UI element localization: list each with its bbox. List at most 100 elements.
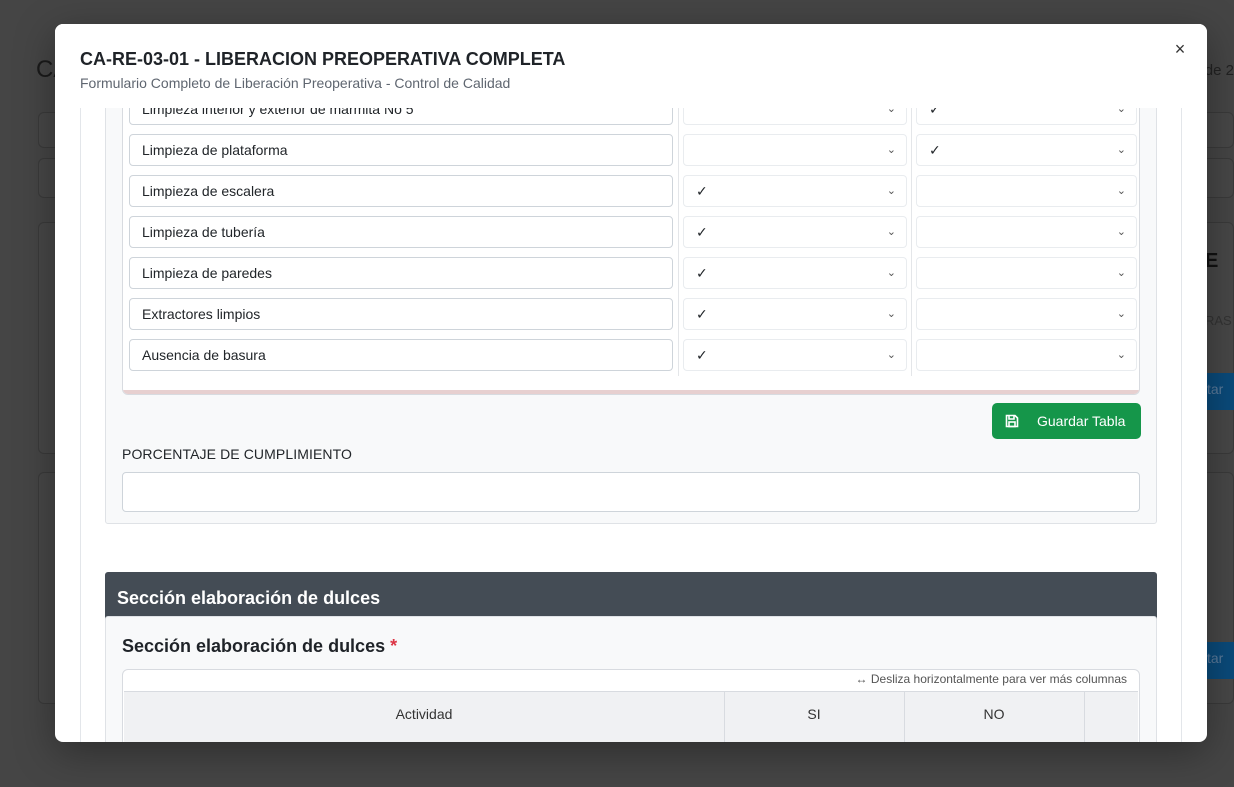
no-select[interactable]: ⌄ xyxy=(916,339,1137,371)
column-header-actividad: Actividad xyxy=(395,706,453,722)
si-cell: ✓ ⌄ xyxy=(679,171,912,212)
modal-subtitle: Formulario Completo de Liberación Preope… xyxy=(80,75,511,91)
chevron-down-icon: ⌄ xyxy=(1116,144,1126,156)
si-cell: ⌄ xyxy=(679,108,912,130)
chevron-down-icon: ⌄ xyxy=(886,108,896,115)
si-cell: ✓ ⌄ xyxy=(679,294,912,335)
si-select[interactable]: ⌄ xyxy=(683,134,907,166)
modal-body[interactable]: Limpieza interior y exterior de marmita … xyxy=(80,108,1182,742)
activity-cell: Extractores limpios xyxy=(123,294,679,335)
no-cell: ⌄ xyxy=(912,253,1139,294)
activity-input[interactable]: Limpieza de escalera xyxy=(129,175,673,207)
no-cell: ⌄ xyxy=(912,294,1139,335)
modal-title: CA-RE-03-01 - LIBERACION PREOPERATIVA CO… xyxy=(80,49,566,69)
table-row: Limpieza interior y exterior de marmita … xyxy=(123,108,1139,130)
section-card: Limpieza interior y exterior de marmita … xyxy=(105,108,1157,524)
compliance-label: PORCENTAJE DE CUMPLIMIENTO xyxy=(122,446,352,462)
table-bottom-border xyxy=(123,390,1139,394)
si-value: ✓ xyxy=(696,183,708,199)
chevron-down-icon: ⌄ xyxy=(886,349,896,361)
section-title: Sección elaboración de dulces * xyxy=(122,636,397,657)
chevron-down-icon: ⌄ xyxy=(886,226,896,238)
table-row: Limpieza de escalera ✓ ⌄ ⌄ xyxy=(123,171,1139,212)
table-row: Limpieza de tubería ✓ ⌄ ⌄ xyxy=(123,212,1139,253)
no-cell: ⌄ xyxy=(912,171,1139,212)
chevron-down-icon: ⌄ xyxy=(1116,267,1126,279)
no-select[interactable]: ⌄ xyxy=(916,257,1137,289)
chevron-down-icon: ⌄ xyxy=(1116,226,1126,238)
column-divider xyxy=(1084,692,1085,742)
activity-cell: Limpieza de escalera xyxy=(123,171,679,212)
no-cell: ⌄ xyxy=(912,335,1139,376)
close-icon[interactable]: × xyxy=(1171,40,1189,58)
activity-input[interactable]: Extractores limpios xyxy=(129,298,673,330)
activity-input[interactable]: Limpieza de paredes xyxy=(129,257,673,289)
activity-cell: Ausencia de basura xyxy=(123,335,679,376)
si-select[interactable]: ✓ ⌄ xyxy=(683,339,907,371)
si-cell: ✓ ⌄ xyxy=(679,335,912,376)
section-title-text: Sección elaboración de dulces xyxy=(122,636,386,656)
si-cell: ✓ ⌄ xyxy=(679,212,912,253)
table-row: Limpieza de paredes ✓ ⌄ ⌄ xyxy=(123,253,1139,294)
background-button-label: tar xyxy=(1207,650,1224,666)
si-select[interactable]: ✓ ⌄ xyxy=(683,216,907,248)
si-select[interactable]: ✓ ⌄ xyxy=(683,257,907,289)
background-letter: E xyxy=(1205,250,1219,272)
background-button-label: tar xyxy=(1207,381,1224,397)
si-value: ✓ xyxy=(696,265,708,281)
section-card: Sección elaboración de dulces * ↔ Desliz… xyxy=(105,616,1157,742)
si-select[interactable]: ✓ ⌄ xyxy=(683,175,907,207)
table-header: Actividad SI NO xyxy=(124,691,1138,742)
no-select[interactable]: ⌄ xyxy=(916,298,1137,330)
no-cell: ✓ ⌄ xyxy=(912,130,1139,171)
si-value: ✓ xyxy=(696,347,708,363)
no-cell: ⌄ xyxy=(912,212,1139,253)
no-select[interactable]: ⌄ xyxy=(916,175,1137,207)
activity-input[interactable]: Limpieza de tubería xyxy=(129,216,673,248)
si-value: ✓ xyxy=(696,224,708,240)
table-row: Limpieza de plataforma ⌄ ✓ ⌄ xyxy=(123,130,1139,171)
background-small-text: RAS xyxy=(1205,313,1232,328)
save-table-label: Guardar Tabla xyxy=(1037,413,1126,429)
floppy-disk-icon xyxy=(1005,414,1019,428)
save-table-button[interactable]: Guardar Tabla xyxy=(992,403,1141,439)
activity-input[interactable]: Limpieza interior y exterior de marmita … xyxy=(129,108,673,125)
activity-cell: Limpieza de paredes xyxy=(123,253,679,294)
no-value: ✓ xyxy=(929,142,941,158)
activity-cell: Limpieza de tubería xyxy=(123,212,679,253)
chevron-down-icon: ⌄ xyxy=(886,308,896,320)
chevron-down-icon: ⌄ xyxy=(886,185,896,197)
required-mark: * xyxy=(390,636,398,656)
activity-input[interactable]: Ausencia de basura xyxy=(129,339,673,371)
no-select[interactable]: ⌄ xyxy=(916,216,1137,248)
table-row: Extractores limpios ✓ ⌄ ⌄ xyxy=(123,294,1139,335)
column-header-no: NO xyxy=(983,706,1005,722)
checklist-table[interactable]: Limpieza interior y exterior de marmita … xyxy=(122,108,1140,395)
activity-input[interactable]: Limpieza de plataforma xyxy=(129,134,673,166)
no-select[interactable]: ✓ ⌄ xyxy=(916,134,1137,166)
column-header-si: SI xyxy=(807,706,821,722)
si-cell: ✓ ⌄ xyxy=(679,253,912,294)
compliance-input[interactable] xyxy=(122,472,1140,512)
chevron-down-icon: ⌄ xyxy=(1116,308,1126,320)
activities-table[interactable]: ↔ Desliza horizontalmente para ver más c… xyxy=(122,669,1140,742)
no-cell: ✓ ⌄ xyxy=(912,108,1139,130)
background-pagination-text: de 2 xyxy=(1204,62,1234,79)
chevron-down-icon: ⌄ xyxy=(1116,349,1126,361)
si-cell: ⌄ xyxy=(679,130,912,171)
activity-cell: Limpieza de plataforma xyxy=(123,130,679,171)
no-value: ✓ xyxy=(929,108,941,117)
no-select[interactable]: ✓ ⌄ xyxy=(916,108,1137,125)
chevron-down-icon: ⌄ xyxy=(1116,185,1126,197)
chevron-down-icon: ⌄ xyxy=(886,267,896,279)
si-select[interactable]: ✓ ⌄ xyxy=(683,298,907,330)
modal-dialog: CA-RE-03-01 - LIBERACION PREOPERATIVA CO… xyxy=(55,24,1207,742)
si-select[interactable]: ⌄ xyxy=(683,108,907,125)
table-row: Ausencia de basura ✓ ⌄ ⌄ xyxy=(123,335,1139,376)
scroll-hint: ↔ Desliza horizontalmente para ver más c… xyxy=(855,672,1127,686)
activity-cell: Limpieza interior y exterior de marmita … xyxy=(123,108,679,130)
si-value: ✓ xyxy=(696,306,708,322)
modal-header: CA-RE-03-01 - LIBERACION PREOPERATIVA CO… xyxy=(55,24,1207,108)
chevron-down-icon: ⌄ xyxy=(1116,108,1126,115)
chevron-down-icon: ⌄ xyxy=(886,144,896,156)
